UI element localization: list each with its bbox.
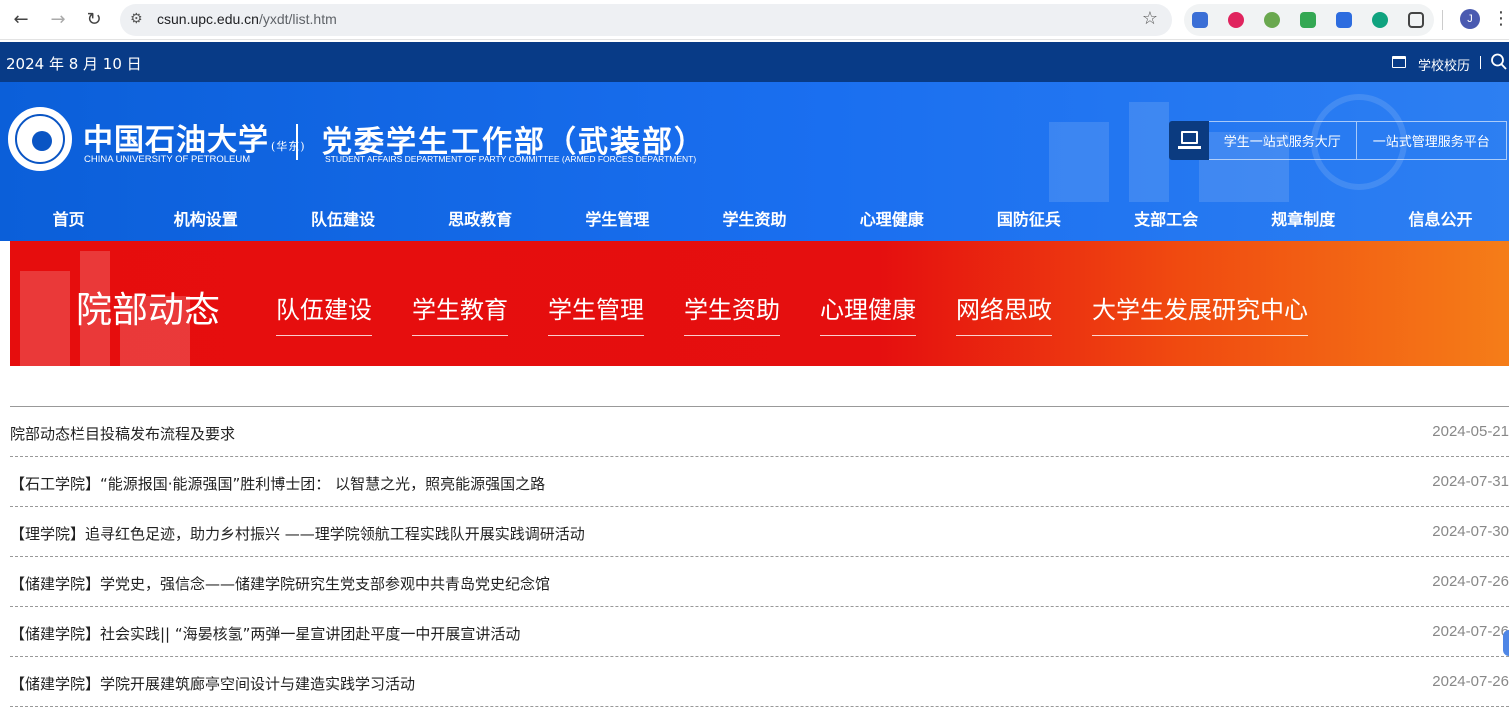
nav-information-disclosure[interactable]: 信息公开 xyxy=(1372,206,1509,232)
nav-mental-health[interactable]: 心理健康 xyxy=(823,206,960,232)
subnav-mental-health[interactable]: 心理健康 xyxy=(820,290,916,336)
main-navigation: 首页 机构设置 队伍建设 思政教育 学生管理 学生资助 心理健康 国防征兵 支部… xyxy=(0,206,1509,232)
floating-widget[interactable] xyxy=(1503,630,1509,656)
department-english-name: STUDENT AFFAIRS DEPARTMENT OF PARTY COMM… xyxy=(325,154,697,164)
subnav-team-building[interactable]: 队伍建设 xyxy=(276,290,372,336)
browser-toolbar: ← → ↻ ⚙ csun.upc.edu.cn/yxdt/list.htm ☆ … xyxy=(0,0,1509,40)
nav-military-recruitment[interactable]: 国防征兵 xyxy=(960,206,1097,232)
nav-home[interactable]: 首页 xyxy=(0,206,137,232)
news-title[interactable]: 【理学院】追寻红色足迹，助力乡村振兴 ——理学院领航工程实践队开展实践调研活动 xyxy=(10,523,585,544)
site-header: 中国石油大学 (华东) CHINA UNIVERSITY OF PETROLEUM… xyxy=(0,82,1509,241)
toolbar-divider xyxy=(1442,10,1443,30)
nav-branch-union[interactable]: 支部工会 xyxy=(1098,206,1235,232)
subnav-online-ideology[interactable]: 网络思政 xyxy=(956,290,1052,336)
computer-icon xyxy=(1169,121,1209,160)
search-icon[interactable] xyxy=(1490,52,1508,72)
list-item[interactable]: 【储建学院】学院开展建筑廊亭空间设计与建造实践学习活动 2024-07-26 xyxy=(10,657,1509,707)
extension-grid-icon[interactable] xyxy=(1192,12,1208,28)
extension-t-icon[interactable] xyxy=(1228,12,1244,28)
news-title[interactable]: 【石工学院】“能源报国·能源强国”胜利博士团： 以智慧之光，照亮能源强国之路 xyxy=(10,473,545,494)
news-date: 2024-07-31 xyxy=(1432,473,1509,490)
extension-link-icon[interactable] xyxy=(1264,12,1280,28)
news-date: 2024-05-21 xyxy=(1432,423,1509,440)
news-title[interactable]: 【储建学院】社会实践|| “海晏核氢”两弹一星宣讲团赴平度一中开展宣讲活动 xyxy=(10,623,520,644)
section-sub-navigation: 队伍建设 学生教育 学生管理 学生资助 心理健康 网络思政 大学生发展研究中心 xyxy=(276,290,1348,336)
address-bar[interactable]: ⚙ csun.upc.edu.cn/yxdt/list.htm ☆ xyxy=(120,4,1172,36)
section-title: 院部动态 xyxy=(76,290,221,331)
management-platform-button[interactable]: 一站式管理服务平台 xyxy=(1357,122,1507,159)
header-divider xyxy=(296,124,298,160)
news-date: 2024-07-26 xyxy=(1432,573,1509,590)
university-name[interactable]: 中国石油大学 (华东) xyxy=(83,115,306,159)
extension-cap-icon[interactable] xyxy=(1336,12,1352,28)
subnav-development-center[interactable]: 大学生发展研究中心 xyxy=(1092,290,1308,336)
list-item[interactable]: 院部动态栏目投稿发布流程及要求 2024-05-21 xyxy=(10,407,1509,457)
school-calendar-link[interactable]: 学校校历 xyxy=(1418,55,1470,74)
bookmark-star-icon[interactable]: ☆ xyxy=(1142,8,1158,29)
site-info-icon[interactable]: ⚙ xyxy=(130,11,143,27)
list-item[interactable]: 【储建学院】学党史，强信念——储建学院研究生党支部参观中共青岛党史纪念馆 202… xyxy=(10,557,1509,607)
top-info-bar: 2024 年 8 月 10 日 学校校历 xyxy=(0,42,1509,82)
nav-student-management[interactable]: 学生管理 xyxy=(549,206,686,232)
subnav-student-education[interactable]: 学生教育 xyxy=(412,290,508,336)
menu-kebab-icon[interactable]: ⋮ xyxy=(1492,8,1509,30)
list-item[interactable]: 【理学院】追寻红色足迹，助力乡村振兴 ——理学院领航工程实践队开展实践调研活动 … xyxy=(10,507,1509,557)
extensions-area xyxy=(1184,4,1434,36)
news-title[interactable]: 【储建学院】学党史，强信念——储建学院研究生党支部参观中共青岛党史纪念馆 xyxy=(10,573,550,594)
profile-avatar[interactable]: J xyxy=(1460,9,1480,29)
student-service-hall-button[interactable]: 学生一站式服务大厅 xyxy=(1209,122,1357,159)
nav-regulations[interactable]: 规章制度 xyxy=(1235,206,1372,232)
forward-icon[interactable]: → xyxy=(46,8,70,32)
list-item[interactable]: 【石工学院】“能源报国·能源强国”胜利博士团： 以智慧之光，照亮能源强国之路 2… xyxy=(10,457,1509,507)
nav-student-aid[interactable]: 学生资助 xyxy=(686,206,823,232)
subnav-student-management[interactable]: 学生管理 xyxy=(548,290,644,336)
university-seal-logo[interactable] xyxy=(8,107,72,171)
news-list: 院部动态栏目投稿发布流程及要求 2024-05-21 【石工学院】“能源报国·能… xyxy=(10,406,1509,707)
section-banner: 院部动态 队伍建设 学生教育 学生管理 学生资助 心理健康 网络思政 大学生发展… xyxy=(10,241,1509,366)
news-date: 2024-07-30 xyxy=(1432,523,1509,540)
back-icon[interactable]: ← xyxy=(9,8,33,32)
service-links: 学生一站式服务大厅 一站式管理服务平台 xyxy=(1169,121,1507,160)
subnav-student-aid[interactable]: 学生资助 xyxy=(684,290,780,336)
nav-organization[interactable]: 机构设置 xyxy=(137,206,274,232)
current-date: 2024 年 8 月 10 日 xyxy=(6,55,142,73)
nav-ideological-education[interactable]: 思政教育 xyxy=(412,206,549,232)
news-title[interactable]: 院部动态栏目投稿发布流程及要求 xyxy=(10,423,235,444)
divider xyxy=(1480,56,1481,69)
news-title[interactable]: 【储建学院】学院开展建筑廊亭空间设计与建造实践学习活动 xyxy=(10,673,415,694)
calendar-icon xyxy=(1392,56,1406,68)
extension-plus-icon[interactable] xyxy=(1300,12,1316,28)
nav-team-building[interactable]: 队伍建设 xyxy=(274,206,411,232)
reload-icon[interactable]: ↻ xyxy=(82,8,106,32)
url-text: csun.upc.edu.cn/yxdt/list.htm xyxy=(157,11,337,27)
university-english-name: CHINA UNIVERSITY OF PETROLEUM xyxy=(84,154,251,165)
news-date: 2024-07-26 xyxy=(1432,673,1509,690)
extensions-puzzle-icon[interactable] xyxy=(1408,12,1424,28)
list-item[interactable]: 【储建学院】社会实践|| “海晏核氢”两弹一星宣讲团赴平度一中开展宣讲活动 20… xyxy=(10,607,1509,657)
news-date: 2024-07-26 xyxy=(1432,623,1509,640)
extension-openai-icon[interactable] xyxy=(1372,12,1388,28)
